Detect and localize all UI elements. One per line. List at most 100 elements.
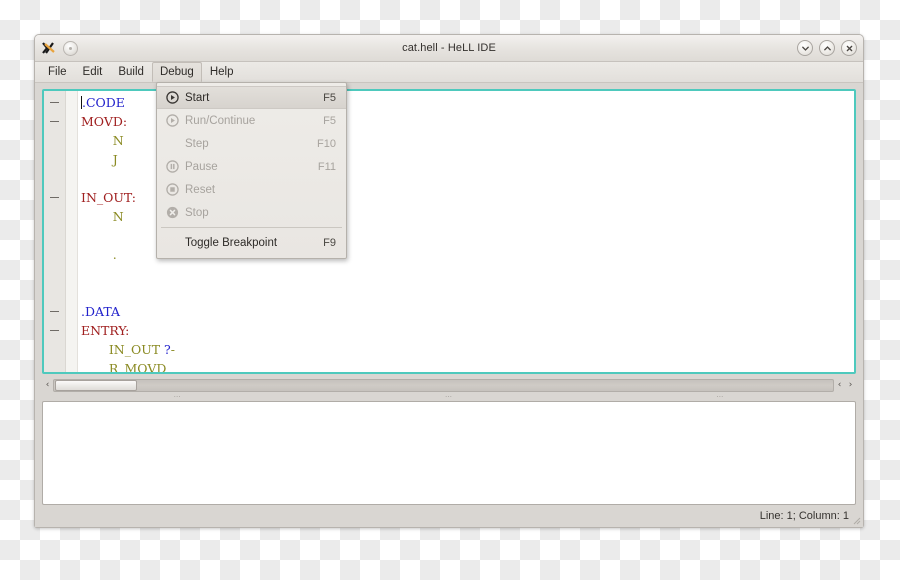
fold-row-empty	[44, 150, 65, 169]
code-token: ?	[164, 342, 171, 357]
menu-item-label: Run/Continue	[185, 114, 256, 127]
debug-menu-dropdown[interactable]: Start F5 Run/Continue F5 Step F10 Pause F11 Rese…	[156, 82, 347, 259]
pause-icon	[163, 160, 181, 173]
menu-item-shortcut: F10	[317, 137, 336, 150]
fold-collapse-icon[interactable]	[50, 197, 59, 198]
menu-help[interactable]: Help	[202, 62, 242, 82]
splitter-grip-center: ⋯	[444, 393, 453, 401]
code-token: .CODE	[82, 95, 125, 110]
fold-marker[interactable]	[44, 321, 65, 340]
play-icon	[163, 91, 181, 104]
code-token: N	[112, 209, 124, 224]
menu-build[interactable]: Build	[110, 62, 152, 82]
code-token: ENTRY:	[81, 323, 130, 338]
fold-collapse-icon[interactable]	[50, 311, 59, 312]
fold-row-empty	[44, 226, 65, 245]
menu-item-start[interactable]: Start F5	[157, 86, 346, 109]
splitter-grip-left: ⋯	[173, 393, 182, 401]
menu-item-run-continue: Run/Continue F5	[157, 109, 346, 132]
code-token: IN_OUT:	[81, 190, 137, 205]
code-line[interactable]: IN_OUT ?-	[78, 340, 854, 359]
play-icon	[163, 114, 181, 127]
stop-x-icon	[163, 206, 181, 219]
editor-horizontal-scrollbar[interactable]: ‹ ‹ ›	[42, 378, 856, 392]
fold-collapse-icon[interactable]	[50, 121, 59, 122]
fold-marker[interactable]	[44, 188, 65, 207]
scrollbar-track[interactable]	[53, 378, 834, 392]
scroll-left-arrow-icon[interactable]: ‹	[42, 380, 53, 390]
code-line[interactable]	[78, 264, 854, 283]
menu-debug[interactable]: Debug	[151, 62, 202, 82]
fold-marker[interactable]	[44, 93, 65, 112]
maximize-button[interactable]	[819, 40, 835, 56]
fold-collapse-icon[interactable]	[50, 330, 59, 331]
fold-row-empty	[44, 283, 65, 302]
code-line[interactable]: .DATA	[78, 302, 854, 321]
title-bar: cat.hell - HeLL IDE	[35, 35, 863, 62]
menu-item-pause: Pause F11	[157, 155, 346, 178]
menu-item-shortcut: F11	[317, 160, 336, 173]
code-line[interactable]	[78, 283, 854, 302]
window-menu-icon[interactable]	[63, 40, 78, 56]
scroll-right-arrows: ‹ ›	[834, 380, 856, 390]
menu-item-shortcut: F5	[323, 91, 336, 104]
resize-grip-icon[interactable]	[851, 515, 861, 525]
fold-row-empty	[44, 207, 65, 226]
splitter-grip-right: ⋯	[716, 393, 725, 401]
minimize-button[interactable]	[797, 40, 813, 56]
code-token: IN_OUT	[108, 342, 165, 357]
code-line[interactable]: R_MOVD	[78, 359, 854, 372]
status-bar: Line: 1; Column: 1	[35, 505, 863, 527]
fold-row-empty	[44, 131, 65, 150]
code-token: J	[112, 152, 118, 167]
code-token: N	[112, 133, 124, 148]
scroll-left-arrow-icon-2[interactable]: ‹	[834, 380, 845, 390]
code-token: -	[170, 342, 175, 357]
scroll-right-arrow-icon[interactable]: ›	[845, 380, 856, 390]
output-panel[interactable]	[42, 401, 856, 505]
menu-item-step: Step F10	[157, 132, 346, 155]
menu-item-toggle-breakpoint[interactable]: Toggle Breakpoint F9	[157, 231, 346, 254]
editor-fold-gutter[interactable]	[44, 91, 66, 372]
fold-collapse-icon[interactable]	[50, 102, 59, 103]
menu-item-label: Start	[185, 91, 210, 104]
close-button[interactable]	[841, 40, 857, 56]
menu-separator	[161, 227, 342, 228]
code-token: R_MOVD	[108, 361, 167, 372]
scrollbar-thumb[interactable]	[55, 379, 137, 391]
code-token: .	[112, 247, 117, 262]
fold-marker[interactable]	[44, 112, 65, 131]
menu-edit[interactable]: Edit	[75, 62, 111, 82]
editor-line-number-gutter	[66, 91, 78, 372]
code-token: .DATA	[81, 304, 121, 319]
menu-item-label: Stop	[185, 206, 209, 219]
fold-row-empty	[44, 264, 65, 283]
window-controls	[797, 40, 857, 56]
menu-file[interactable]: File	[40, 62, 75, 82]
fold-row-empty	[44, 169, 65, 188]
window-title: cat.hell - HeLL IDE	[402, 42, 496, 54]
fold-row-empty	[44, 359, 65, 372]
menu-item-shortcut: F5	[323, 114, 336, 127]
fold-row-empty	[44, 340, 65, 359]
code-line[interactable]: ENTRY:	[78, 321, 854, 340]
menu-item-label: Toggle Breakpoint	[185, 236, 278, 249]
menu-item-label: Step	[185, 137, 209, 150]
code-token: MOVD:	[81, 114, 128, 129]
menu-item-reset: Reset	[157, 178, 346, 201]
fold-row-empty	[44, 245, 65, 264]
menu-item-stop: Stop	[157, 201, 346, 224]
menu-item-shortcut: F9	[323, 236, 336, 249]
menu-item-label: Reset	[185, 183, 216, 196]
fold-marker[interactable]	[44, 302, 65, 321]
menu-bar: File Edit Build Debug Help	[35, 62, 863, 83]
cursor-position-label: Line: 1; Column: 1	[759, 510, 849, 522]
panel-splitter[interactable]: ⋯ ⋯ ⋯	[42, 392, 856, 401]
stop-square-icon	[163, 183, 181, 196]
